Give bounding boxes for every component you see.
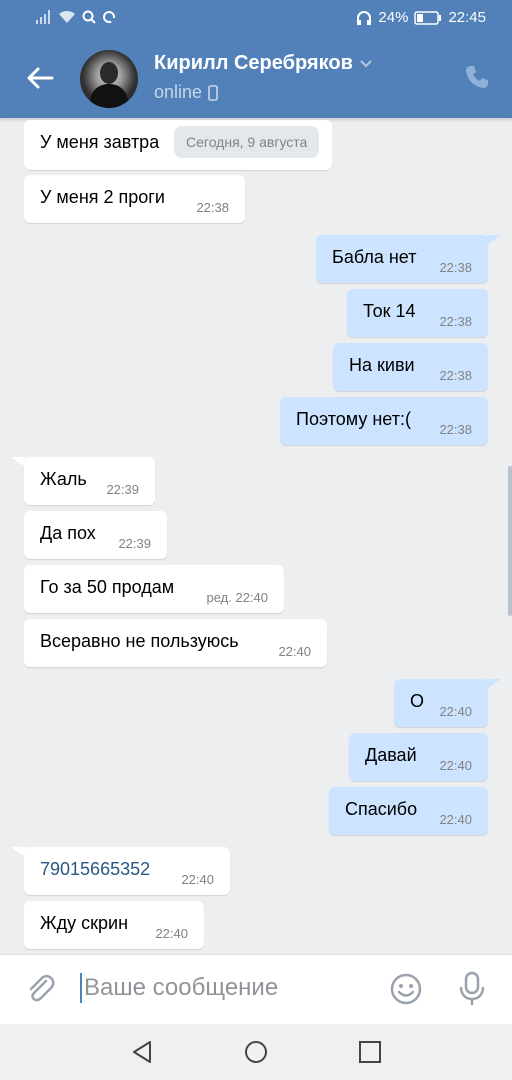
nav-recent-icon[interactable]: [358, 1040, 382, 1064]
message-outgoing[interactable]: Ток 14 22:38: [347, 289, 488, 337]
nav-back-icon[interactable]: [130, 1040, 154, 1064]
message-text: Давай: [365, 745, 417, 765]
system-navigation-bar: [0, 1024, 512, 1080]
bubble-tail: [11, 457, 25, 467]
message-outgoing[interactable]: Давай 22:40: [349, 733, 488, 781]
text-caret: [80, 973, 82, 1003]
scrollbar[interactable]: [508, 466, 512, 616]
bubble-tail: [487, 679, 501, 689]
message-time: 22:38: [439, 422, 472, 437]
message-input-placeholder: Ваше сообщение: [84, 974, 279, 1001]
message-incoming[interactable]: Всеравно не пользуюсь 22:40: [24, 619, 327, 667]
message-list[interactable]: У меня завтра Сегодня, 9 августа У меня …: [0, 118, 512, 954]
message-incoming[interactable]: Да пох 22:39: [24, 511, 167, 559]
date-separator: Сегодня, 9 августа: [174, 126, 320, 158]
paperclip-icon[interactable]: [24, 973, 56, 1005]
battery-percent: 24%: [378, 9, 409, 26]
message-time: 22:39: [118, 536, 151, 551]
headphones-icon: [357, 10, 372, 25]
message-text: Жаль: [40, 469, 87, 489]
message-text: Всеравно не пользуюсь: [40, 631, 239, 651]
clock: 22:45: [448, 9, 486, 26]
message-input[interactable]: Ваше сообщение: [80, 973, 278, 1003]
contact-name-label: Кирилл Серебряков: [154, 52, 353, 74]
message-text: У меня завтра: [40, 132, 160, 152]
message-outgoing[interactable]: О 22:40: [394, 679, 488, 727]
message-outgoing[interactable]: На киви 22:38: [333, 343, 488, 391]
message-text: Ток 14: [363, 301, 416, 321]
sync-icon: [103, 11, 115, 23]
message-time: 22:40: [278, 644, 311, 659]
bubble-tail: [11, 847, 25, 857]
message-incoming[interactable]: 79015665352 22:40: [24, 847, 230, 895]
phone-number-link[interactable]: 79015665352: [40, 860, 150, 878]
message-text: Бабла нет: [332, 247, 417, 267]
contact-name[interactable]: Кирилл Серебряков: [154, 52, 373, 75]
avatar[interactable]: [80, 50, 138, 108]
message-time: 22:40: [181, 872, 214, 887]
message-outgoing[interactable]: Поэтому нет:( 22:38: [280, 397, 488, 445]
message-time: ред. 22:40: [206, 590, 268, 605]
chevron-down-icon: [360, 59, 372, 67]
message-text: Спасибо: [345, 799, 418, 819]
message-time: 22:40: [439, 758, 472, 773]
chat-header: Кирилл Серебряков online: [0, 38, 512, 118]
search-icon: [82, 10, 96, 24]
message-outgoing[interactable]: Бабла нет 22:38: [316, 235, 488, 283]
message-time: 22:40: [439, 812, 472, 827]
message-time: 22:40: [155, 926, 188, 941]
message-text: О: [410, 691, 425, 711]
wifi-icon: [59, 10, 75, 23]
message-text: Жду скрин: [40, 913, 129, 933]
message-incoming[interactable]: Жду скрин 22:40: [24, 901, 204, 949]
message-incoming[interactable]: У меня 2 проги 22:38: [24, 175, 245, 223]
message-time: 22:40: [439, 704, 472, 719]
message-incoming[interactable]: Го за 50 продам ред. 22:40: [24, 565, 284, 613]
message-composer: Ваше сообщение: [0, 954, 512, 1025]
status-label: online: [154, 82, 203, 102]
message-incoming[interactable]: Жаль 22:39: [24, 457, 155, 505]
message-time: 22:39: [106, 482, 139, 497]
message-text: У меня 2 проги: [40, 187, 165, 207]
emoji-icon[interactable]: [390, 973, 422, 1005]
message-time: 22:38: [439, 260, 472, 275]
message-text: Поэтому нет:(: [296, 409, 411, 429]
nav-home-icon[interactable]: [244, 1040, 268, 1064]
call-icon[interactable]: [464, 64, 490, 90]
phone-device-icon: [208, 84, 218, 101]
battery-icon: [414, 10, 442, 25]
message-text: Да пох: [40, 523, 96, 543]
microphone-icon[interactable]: [457, 971, 487, 1007]
back-arrow-icon[interactable]: [24, 62, 56, 94]
message-time: 22:38: [196, 200, 229, 215]
message-text: На киви: [349, 355, 415, 375]
message-time: 22:38: [439, 368, 472, 383]
message-time: 22:38: [439, 314, 472, 329]
signal-icon: [36, 10, 50, 24]
message-text: Го за 50 продам: [40, 577, 175, 597]
contact-status: online: [154, 82, 218, 103]
message-outgoing[interactable]: Спасибо 22:40: [329, 787, 488, 835]
status-bar: 24% 22:45: [0, 0, 512, 38]
bubble-tail: [487, 235, 501, 245]
